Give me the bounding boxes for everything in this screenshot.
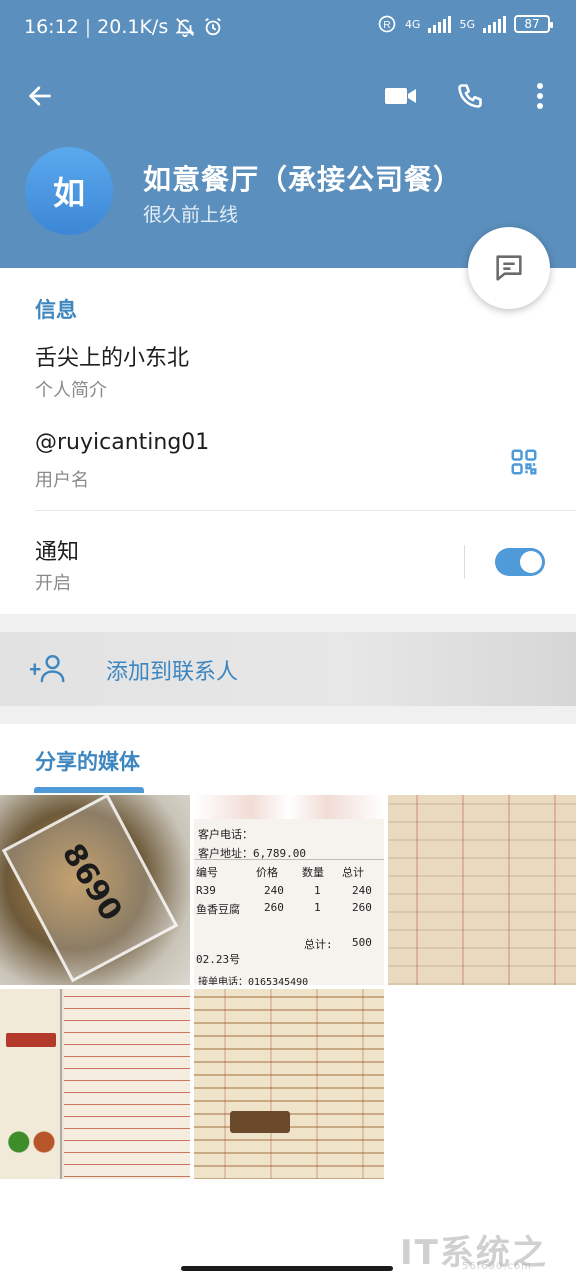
section-gap — [0, 706, 576, 724]
signal-icon — [428, 15, 452, 33]
qr-code-icon — [511, 449, 537, 475]
top-app-bar — [0, 70, 576, 122]
watermark: IT系统之家 56f690.com — [400, 1233, 548, 1273]
section-gap — [0, 614, 576, 632]
receipt-row1-total: 240 — [352, 884, 372, 897]
message-button[interactable] — [468, 227, 550, 309]
add-to-contacts-button[interactable] — [0, 632, 576, 706]
mute-icon — [175, 18, 195, 38]
status-bar: 16:12 | 20.1K/s R 4G 5G 87 — [0, 0, 576, 56]
network-5g-label: 5G — [459, 17, 475, 31]
receipt-row1-qty: 1 — [314, 884, 321, 897]
media-thumbnail-menu-3[interactable] — [194, 989, 384, 1179]
more-options-button[interactable] — [522, 76, 558, 116]
info-section-title: 信息 — [35, 298, 77, 322]
receipt-row2-total: 260 — [352, 901, 372, 914]
chat-title: 如意餐厅（承接公司餐） — [143, 163, 463, 196]
video-camera-icon — [385, 88, 416, 104]
receipt-row1-no: R39 — [196, 884, 216, 897]
svg-text:R: R — [383, 20, 390, 31]
receipt-row2-price: 260 — [264, 901, 284, 914]
receipt-col-total: 总计 — [342, 866, 364, 879]
bio-label: 个人简介 — [35, 380, 107, 401]
receipt-phone: 客户电话： — [198, 828, 253, 841]
receipt-date: 02.23号 — [196, 953, 241, 966]
notifications-state: 开启 — [35, 573, 71, 594]
receipt-row2-qty: 1 — [314, 901, 321, 914]
status-speed: 20.1K/s — [97, 16, 169, 38]
vertical-separator — [464, 545, 465, 579]
signal-icon-2 — [483, 15, 506, 33]
back-button[interactable] — [20, 76, 60, 116]
qr-code-button[interactable] — [504, 442, 544, 482]
media-thumbnail-receipt[interactable]: 客户电话： 客户地址：6,789.00 编号 价格 数量 总计 R39 240 … — [194, 795, 384, 985]
more-vertical-icon — [537, 83, 543, 109]
bio-text[interactable]: 舌尖上的小东北 — [35, 340, 189, 372]
battery-icon: 87 — [514, 15, 553, 33]
receipt-col-qty: 数量 — [302, 866, 324, 879]
media-thumbnail-menu-1[interactable] — [388, 795, 576, 985]
divider — [35, 510, 576, 511]
media-thumbnail-photo[interactable]: 8690 — [0, 795, 190, 985]
receipt-footer: 接单电话：0165345490 — [198, 977, 309, 985]
message-icon — [496, 255, 522, 281]
notifications-label: 通知 — [35, 540, 80, 565]
network-4g-label: 4G — [404, 17, 421, 31]
username-text[interactable]: @ruyicanting01 — [35, 430, 209, 455]
arrow-left-icon — [29, 86, 51, 106]
media-thumbnail-menu-2[interactable] — [0, 989, 190, 1179]
add-person-icon — [30, 654, 65, 683]
username-label: 用户名 — [35, 470, 89, 491]
phone-icon — [458, 84, 482, 108]
notifications-toggle[interactable] — [495, 548, 545, 576]
receipt-sum-value: 500 — [352, 936, 372, 949]
video-call-button[interactable] — [381, 76, 421, 116]
status-time: 16:12 — [24, 16, 79, 38]
tab-indicator — [34, 787, 144, 793]
shared-media-tab[interactable]: 分享的媒体 — [35, 746, 140, 776]
receipt-sum-label: 总计: — [304, 938, 333, 951]
home-indicator[interactable] — [181, 1266, 393, 1271]
avatar[interactable]: 如 — [25, 147, 113, 235]
voice-call-button[interactable] — [450, 76, 490, 116]
receipt-row2-no: 鱼香豆腐 — [196, 903, 240, 916]
receipt-row1-price: 240 — [264, 884, 284, 897]
receipt-col-no: 编号 — [196, 866, 218, 879]
add-contact-icon-wrap — [28, 648, 70, 688]
registered-icon: R — [378, 15, 396, 33]
add-to-contacts-label: 添加到联系人 — [106, 660, 239, 685]
last-seen-status: 很久前上线 — [143, 204, 239, 226]
receipt-col-price: 价格 — [256, 866, 278, 879]
alarm-icon — [205, 17, 222, 36]
